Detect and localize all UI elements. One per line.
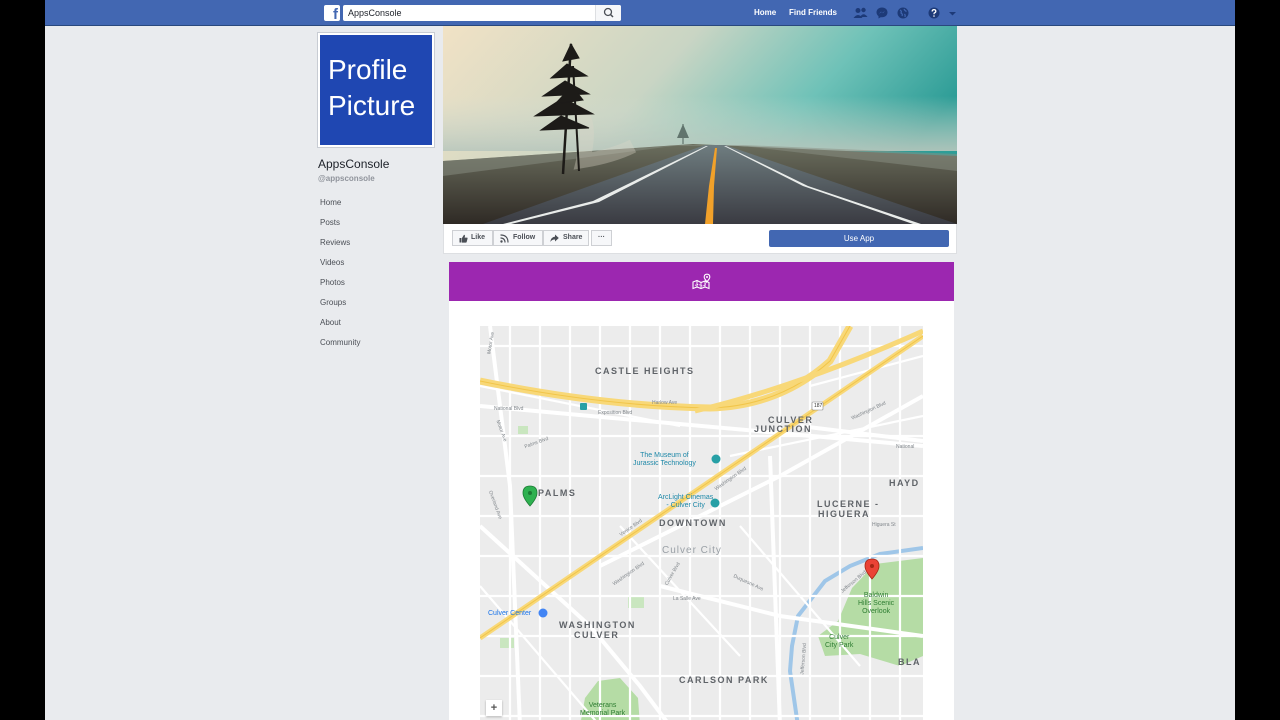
sidebar-item-posts[interactable]: Posts xyxy=(318,215,438,235)
map-poi-arclight[interactable]: ArcLight Cinemas - Culver City xyxy=(658,494,713,510)
search-box xyxy=(343,5,621,21)
sidebar-item-community[interactable]: Community xyxy=(318,335,438,355)
cover-photo-image xyxy=(443,26,957,224)
cover-photo[interactable] xyxy=(443,26,957,224)
map-street-higuera: Higuera St xyxy=(872,522,896,528)
search-icon xyxy=(603,7,614,18)
map-route-icon[interactable] xyxy=(692,273,712,290)
top-navigation-bar: f Home Find Friends xyxy=(45,0,1235,26)
share-button[interactable]: Share xyxy=(543,230,589,246)
profile-picture-line-2: Picture xyxy=(328,90,416,121)
profile-picture-line-1: Profile xyxy=(328,54,408,85)
map-street-national: National Blvd xyxy=(494,406,524,412)
like-button[interactable]: Like xyxy=(452,230,493,246)
search-button[interactable] xyxy=(595,5,621,21)
sidebar-item-home[interactable]: Home xyxy=(318,195,438,215)
thumbs-up-icon xyxy=(459,234,468,243)
follow-button-label: Follow xyxy=(513,234,536,241)
map-poi-culver-center[interactable]: Culver Center xyxy=(488,610,531,617)
nav-home-link[interactable]: Home xyxy=(754,8,776,17)
rss-follow-icon xyxy=(500,234,509,243)
like-button-label: Like xyxy=(471,234,486,241)
sidebar-nav: Home Posts Reviews Videos Photos Groups … xyxy=(318,195,438,355)
app-header-bar xyxy=(449,262,954,301)
friend-requests-icon[interactable] xyxy=(853,7,868,19)
sidebar-item-reviews[interactable]: Reviews xyxy=(318,235,438,255)
sidebar-item-videos[interactable]: Videos xyxy=(318,255,438,275)
sidebar-item-photos[interactable]: Photos xyxy=(318,275,438,295)
notifications-globe-icon[interactable] xyxy=(897,7,909,19)
map-zoom-in-button[interactable]: + xyxy=(486,700,502,716)
follow-button[interactable]: Follow xyxy=(493,230,543,246)
help-icon[interactable] xyxy=(928,7,940,19)
map-label-culver-2: CULVER xyxy=(574,630,620,640)
map-street-national-2: National xyxy=(896,444,915,450)
share-button-label: Share xyxy=(563,234,583,241)
map-label-palms: PALMS xyxy=(538,488,577,498)
map-label-lucerne: LUCERNE - xyxy=(817,499,880,509)
map-poi-baldwin-hills[interactable]: Baldwin Hills Scenic Overlook xyxy=(858,592,894,616)
nav-find-friends-link[interactable]: Find Friends xyxy=(789,8,837,17)
map-route-badge: 187 xyxy=(814,403,823,409)
search-input[interactable] xyxy=(343,5,593,21)
app-panel: CASTLE HEIGHTS CULVER JUNCTION PALMS DOW… xyxy=(449,262,954,720)
page-title[interactable]: AppsConsole xyxy=(318,157,389,171)
map-poi-veterans-park[interactable]: Veterans Memorial Park xyxy=(580,702,625,718)
facebook-logo-icon[interactable]: f xyxy=(324,5,340,23)
map-label-castle-heights: CASTLE HEIGHTS xyxy=(595,366,695,376)
page-handle[interactable]: @appsconsole xyxy=(318,174,375,183)
map-label-washington: WASHINGTON xyxy=(559,620,636,630)
use-app-button[interactable]: Use App xyxy=(769,230,949,247)
map-label-higuera: HIGUERA xyxy=(818,509,871,519)
more-options-icon: ··· xyxy=(598,234,605,241)
more-options-button[interactable]: ··· xyxy=(591,230,612,246)
map-label-blair: BLA xyxy=(898,657,921,667)
share-arrow-icon xyxy=(550,234,559,242)
map-poi-museum[interactable]: The Museum of Jurassic Technology xyxy=(633,452,696,468)
map-view[interactable]: CASTLE HEIGHTS CULVER JUNCTION PALMS DOW… xyxy=(480,326,923,720)
messenger-icon[interactable] xyxy=(876,7,888,19)
map-label-hayden: HAYD xyxy=(889,478,920,488)
map-street-exposition: Exposition Blvd xyxy=(598,410,633,416)
account-menu-caret-icon[interactable] xyxy=(948,7,957,19)
map-label-junction: JUNCTION xyxy=(754,424,813,434)
sidebar-item-groups[interactable]: Groups xyxy=(318,295,438,315)
map-label-downtown: DOWNTOWN xyxy=(659,518,727,528)
map-poi-culver-city-park[interactable]: Culver City Park xyxy=(825,634,853,650)
map-street-la-salle: La Salle Ave xyxy=(673,596,701,602)
map-street-harlow: Harlow Ave xyxy=(652,400,678,406)
sidebar-item-about[interactable]: About xyxy=(318,315,438,335)
map-label-carlson-park: CARLSON PARK xyxy=(679,675,769,685)
page-action-bar: Like Follow Share ··· Use App xyxy=(443,224,957,254)
map-label-culver-city: Culver City xyxy=(662,545,722,556)
profile-picture[interactable]: Profile Picture xyxy=(318,33,434,147)
page-frame: f Home Find Friends xyxy=(45,0,1235,720)
